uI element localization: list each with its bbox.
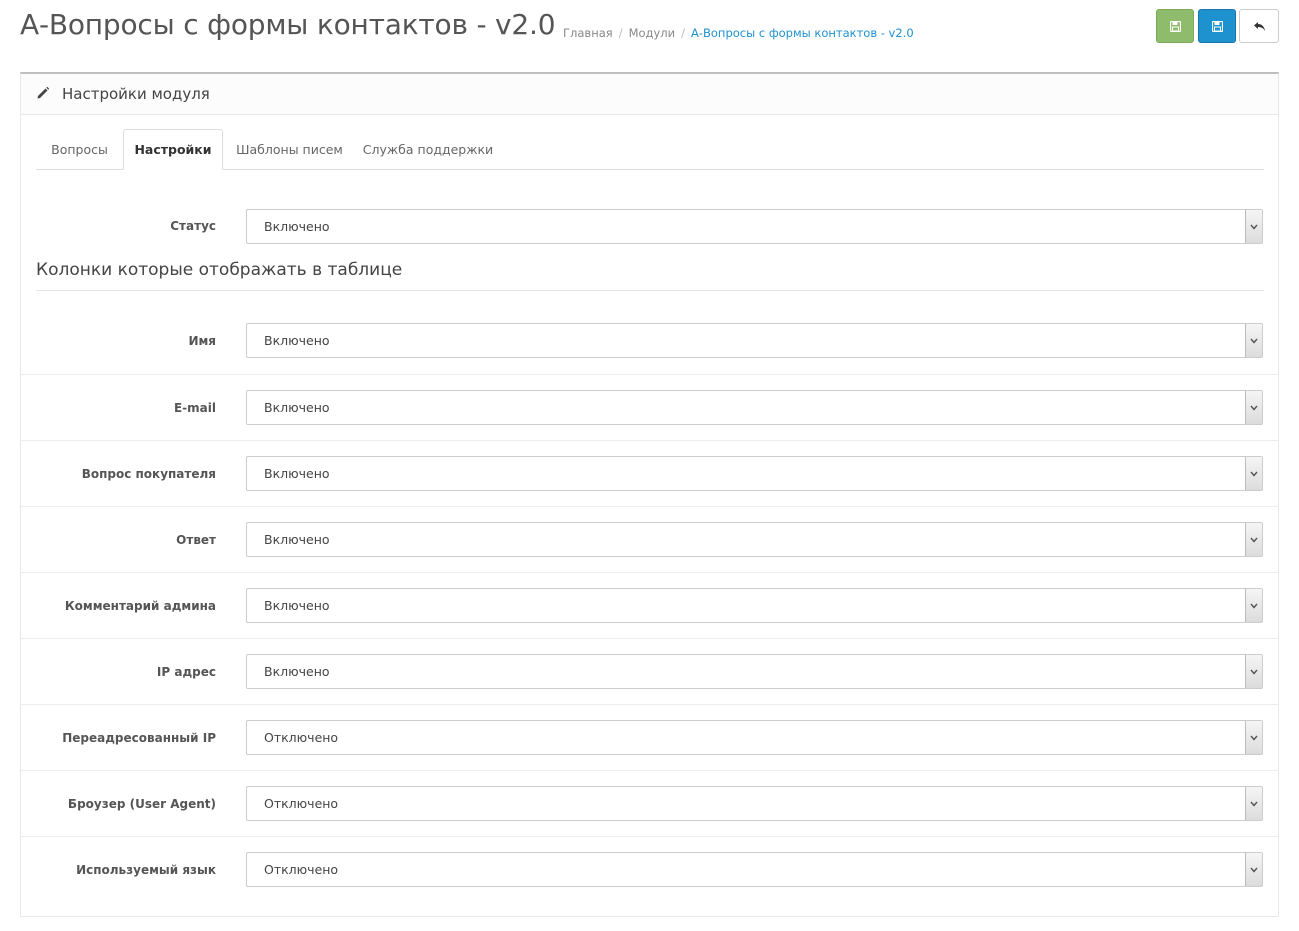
column-row-user-agent: Броузер (User Agent) Отключено	[21, 770, 1278, 837]
chevron-down-icon	[1245, 589, 1262, 622]
save-icon	[1211, 20, 1223, 32]
reply-icon	[1253, 21, 1265, 31]
tab-email-templates[interactable]: Шаблоны писем	[225, 129, 354, 169]
breadcrumb-home[interactable]: Главная	[563, 26, 613, 40]
breadcrumb-modules[interactable]: Модули	[629, 26, 676, 40]
column-row-language: Используемый язык Отключено	[21, 836, 1278, 903]
status-row: Статус Включено	[21, 193, 1278, 259]
chevron-down-icon	[1245, 324, 1262, 357]
column-user-agent-select[interactable]: Отключено	[246, 786, 1263, 821]
column-forwarded-ip-select[interactable]: Отключено	[246, 720, 1263, 755]
column-label: Переадресованный IP	[62, 731, 216, 745]
breadcrumb: Главная / Модули / А-Вопросы с формы контакт…	[563, 26, 914, 40]
panel-title: Настройки модуля	[62, 85, 210, 103]
column-row-question: Вопрос покупателя Включено	[21, 440, 1278, 507]
back-button[interactable]	[1239, 9, 1279, 43]
save-icon	[1169, 20, 1181, 32]
select-value: Включено	[264, 664, 330, 679]
save-button[interactable]	[1198, 9, 1236, 43]
column-label: Имя	[188, 334, 216, 348]
select-value: Отключено	[264, 862, 339, 877]
chevron-down-icon	[1245, 210, 1262, 243]
status-select[interactable]: Включено	[246, 209, 1263, 244]
breadcrumb-current[interactable]: А-Вопросы с формы контактов - v2.0	[691, 26, 914, 40]
pencil-icon	[37, 86, 50, 99]
column-label: Ответ	[176, 533, 216, 547]
column-label: Используемый язык	[76, 863, 216, 877]
column-answer-select[interactable]: Включено	[246, 522, 1263, 557]
tab-settings[interactable]: Настройки	[123, 129, 223, 170]
chevron-down-icon	[1245, 655, 1262, 688]
column-label: IP адрес	[156, 665, 216, 679]
column-row-admin-comment: Комментарий админа Включено	[21, 572, 1278, 639]
chevron-down-icon	[1245, 787, 1262, 820]
chevron-down-icon	[1245, 721, 1262, 754]
tab-bar: Вопросы Настройки Шаблоны писем Служба п…	[36, 129, 1264, 170]
column-label: Броузер (User Agent)	[67, 797, 216, 811]
columns-heading: Колонки которые отображать в таблице	[36, 260, 1264, 291]
column-ip-select[interactable]: Включено	[246, 654, 1263, 689]
select-value: Включено	[264, 333, 330, 348]
save-and-stay-button[interactable]	[1156, 9, 1194, 43]
settings-panel: Настройки модуля Вопросы Настройки Шабло…	[20, 72, 1279, 917]
column-name-select[interactable]: Включено	[246, 323, 1263, 358]
select-value: Отключено	[264, 796, 339, 811]
tab-support[interactable]: Служба поддержки	[356, 129, 500, 169]
column-row-answer: Ответ Включено	[21, 506, 1278, 573]
column-admin-comment-select[interactable]: Включено	[246, 588, 1263, 623]
status-label: Статус	[170, 219, 216, 233]
column-label: Вопрос покупателя	[81, 467, 216, 481]
select-value: Включено	[264, 598, 330, 613]
column-row-forwarded-ip: Переадресованный IP Отключено	[21, 704, 1278, 771]
select-value: Включено	[264, 532, 330, 547]
page-title: А-Вопросы с формы контактов - v2.0	[20, 8, 556, 41]
status-select-value: Включено	[264, 219, 330, 234]
page-header: А-Вопросы с формы контактов - v2.0 Главн…	[20, 0, 1279, 60]
column-email-select[interactable]: Включено	[246, 390, 1263, 425]
column-row-ip: IP адрес Включено	[21, 638, 1278, 705]
select-value: Включено	[264, 400, 330, 415]
tab-questions[interactable]: Вопросы	[36, 129, 123, 169]
panel-heading: Настройки модуля	[21, 74, 1278, 115]
column-row-email: E-mail Включено	[21, 374, 1278, 441]
select-value: Отключено	[264, 730, 339, 745]
chevron-down-icon	[1245, 853, 1262, 886]
column-question-select[interactable]: Включено	[246, 456, 1263, 491]
column-label: Комментарий админа	[64, 599, 216, 613]
chevron-down-icon	[1245, 391, 1262, 424]
chevron-down-icon	[1245, 457, 1262, 490]
column-label: E-mail	[173, 401, 216, 415]
select-value: Включено	[264, 466, 330, 481]
chevron-down-icon	[1245, 523, 1262, 556]
column-language-select[interactable]: Отключено	[246, 852, 1263, 887]
column-row-name: Имя Включено	[21, 308, 1278, 374]
